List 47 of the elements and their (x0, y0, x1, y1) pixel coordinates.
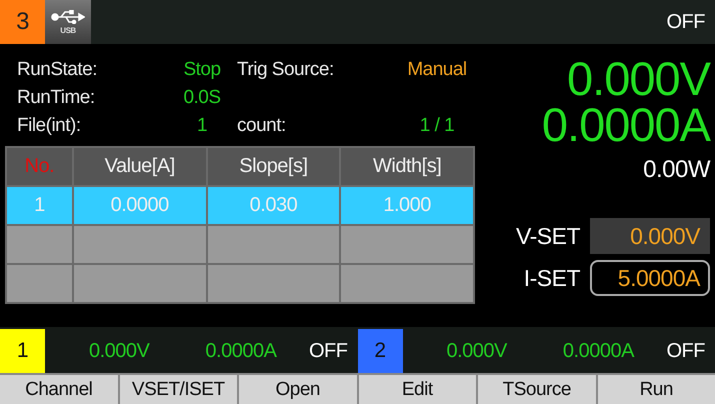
column-header: Slope[s] (208, 148, 340, 185)
softkey-button[interactable]: Edit (358, 375, 476, 404)
table-cell[interactable] (341, 265, 473, 302)
current-readout: 0.0000A (542, 102, 710, 148)
status-label: File(int): (17, 115, 82, 137)
usb-label: USB (60, 26, 76, 34)
softkey-button[interactable]: TSource (478, 375, 596, 404)
table-cell[interactable] (208, 226, 340, 263)
column-header: No. (7, 148, 72, 185)
column-header: Value[A] (74, 148, 206, 185)
table-cell[interactable] (208, 265, 340, 302)
softkey-button[interactable]: Channel (0, 375, 118, 404)
status-value: Stop (182, 59, 222, 81)
output-state: OFF (666, 10, 706, 34)
status-label: RunState: (17, 59, 98, 81)
setpoint-label: V-SET (516, 222, 580, 250)
status-value: 0.0S (182, 87, 222, 109)
status-label: RunTime: (17, 87, 96, 109)
column-header: Width[s] (341, 148, 473, 185)
channel-badge[interactable]: 2 (358, 329, 402, 373)
status-label: Trig Source: (237, 59, 335, 81)
status-value: Manual (406, 59, 468, 81)
status-value: 1 (196, 115, 208, 137)
voltage-readout: 0.000V (567, 56, 710, 102)
setpoint-field[interactable]: 5.0000A (590, 260, 710, 296)
channel-current: 0.0000A (562, 340, 634, 362)
table-cell[interactable] (74, 226, 206, 263)
table-cell[interactable] (7, 265, 72, 302)
channel-badge[interactable]: 1 (0, 329, 45, 373)
channel-badge: 3 (0, 0, 45, 44)
table-cell[interactable] (74, 265, 206, 302)
status-value: 1 / 1 (418, 115, 456, 137)
channel-current: 0.0000A (205, 340, 276, 362)
usb-icon (51, 10, 85, 24)
setpoint-label: I-SET (524, 264, 580, 292)
softkey-button[interactable]: Open (239, 375, 356, 404)
table-cell[interactable] (341, 226, 473, 263)
channel-voltage: 0.000V (446, 340, 507, 362)
channel-voltage: 0.000V (89, 340, 150, 362)
setpoint-field[interactable]: 0.000V (590, 218, 710, 254)
softkey-button[interactable]: VSET/ISET (120, 375, 237, 404)
channel-state: OFF (666, 340, 705, 362)
channel-state: OFF (309, 340, 348, 362)
status-label: count: (237, 115, 287, 137)
table-cell[interactable] (7, 226, 72, 263)
softkey-button[interactable]: Run (598, 375, 715, 404)
power-readout: 0.00W (643, 156, 710, 184)
